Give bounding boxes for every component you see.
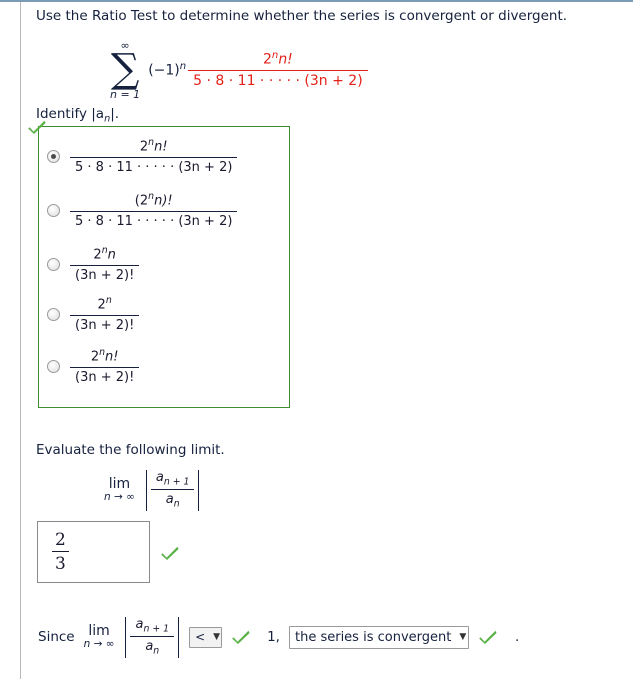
option-row-4[interactable]: 2n (3n + 2)! (47, 295, 140, 334)
limit-operator: lim n → ∞ (104, 477, 135, 503)
option-2-denominator: 5 · 8 · 11 · · · · · (3n + 2) (70, 210, 238, 230)
conclusion-select[interactable]: the series is convergent ▼ (288, 625, 469, 649)
chevron-down-icon: ▼ (213, 632, 221, 643)
trailing-period: . (514, 629, 520, 646)
comparison-correct-check-icon (231, 629, 251, 645)
comparison-operator-value: < (195, 630, 206, 645)
conclusion-limit-word: lim (88, 623, 110, 640)
comparison-operator-select[interactable]: < ▼ (189, 626, 223, 648)
sigma-glyph: ∑ (110, 46, 140, 92)
sign-exponent: n (179, 61, 187, 73)
option-3-numerator: 2nn (93, 245, 116, 263)
series-expression: ∞ ∑ n = 1 (−1)n 2nn! 5 · 8 · 11 · · · · … (110, 40, 368, 100)
option-4-denominator: (3n + 2)! (70, 314, 140, 334)
abs-bar-left (145, 470, 147, 511)
option-2-fraction: (2nn)! 5 · 8 · 11 · · · · · (3n + 2) (70, 191, 238, 230)
option-2-numerator: (2nn)! (134, 191, 173, 209)
ratio-numerator: an + 1 (155, 470, 190, 488)
series-denominator: 5 · 8 · 11 · · · · · (3n + 2) (188, 69, 368, 91)
summation-symbol: ∞ ∑ n = 1 (110, 40, 140, 100)
limit-expression: lim n → ∞ an + 1 an (104, 470, 203, 511)
answer-denominator: 3 (52, 551, 69, 574)
limit-subscript: n → ∞ (104, 491, 135, 504)
conclusion-abs-bar-left (125, 617, 127, 658)
evaluate-limit-label: Evaluate the following limit. (36, 442, 225, 458)
conclusion-ratio-fraction: an + 1 an (130, 617, 175, 658)
conclusion-select-value: the series is convergent (294, 629, 452, 645)
conclusion-correct-check-icon (478, 629, 498, 645)
conclusion-ratio-denominator: an (130, 636, 175, 657)
option-row-5[interactable]: 2nn! (3n + 2)! (47, 347, 140, 386)
series-numerator: 2nn! (263, 49, 293, 68)
answer-options-box: 2nn! 5 · 8 · 11 · · · · · (3n + 2) (2nn)… (28, 120, 290, 408)
option-5-numerator: 2nn! (90, 347, 119, 365)
since-word: Since (38, 629, 75, 646)
conclusion-ratio-numerator: an + 1 (135, 617, 170, 635)
abs-bar-right (198, 470, 200, 511)
limit-word: lim (108, 476, 131, 493)
one-text: 1, (267, 629, 280, 646)
summation-lower-limit: n = 1 (110, 88, 141, 101)
option-1-denominator: 5 · 8 · 11 · · · · · (3n + 2) (70, 156, 238, 176)
conclusion-limit-subscript: n → ∞ (83, 638, 115, 651)
option-row-1[interactable]: 2nn! 5 · 8 · 11 · · · · · (3n + 2) (47, 137, 238, 176)
page-top-divider (0, 0, 633, 2)
radio-option-2[interactable] (47, 203, 60, 217)
option-1-fraction: 2nn! 5 · 8 · 11 · · · · · (3n + 2) (70, 137, 238, 176)
options-correct-check-icon (27, 119, 47, 135)
option-4-numerator: 2n (97, 295, 112, 313)
sign-factor: (−1)n (148, 61, 187, 79)
option-row-2[interactable]: (2nn)! 5 · 8 · 11 · · · · · (3n + 2) (47, 191, 238, 230)
option-5-fraction: 2nn! (3n + 2)! (70, 347, 140, 386)
conclusion-abs-bar-right (178, 617, 180, 658)
answer-fraction: 2 3 (52, 530, 69, 575)
series-fraction: 2nn! 5 · 8 · 11 · · · · · (3n + 2) (188, 50, 368, 91)
conclusion-absolute-value-group: an + 1 an (121, 617, 183, 658)
option-1-numerator: 2nn! (139, 137, 168, 155)
radio-option-1[interactable] (47, 149, 60, 163)
option-5-denominator: (3n + 2)! (70, 366, 140, 386)
chevron-down-icon-2: ▼ (459, 632, 467, 643)
radio-option-3[interactable] (47, 257, 60, 271)
option-row-3[interactable]: 2nn (3n + 2)! (47, 245, 140, 284)
answer-numerator: 2 (55, 530, 66, 550)
option-4-fraction: 2n (3n + 2)! (70, 295, 140, 334)
ratio-denominator: an (150, 489, 195, 510)
identify-label: Identify |an|. (36, 106, 120, 125)
answer-correct-check-icon (160, 545, 180, 561)
limit-answer-input[interactable]: 2 3 (37, 521, 150, 583)
radio-option-4[interactable] (47, 307, 60, 321)
page-left-divider (20, 2, 21, 679)
ratio-fraction: an + 1 an (150, 470, 195, 511)
option-3-fraction: 2nn (3n + 2)! (70, 245, 140, 284)
radio-option-5[interactable] (47, 359, 60, 373)
conclusion-row: Since lim n → ∞ an + 1 an < ▼ 1, the ser… (38, 617, 519, 658)
option-3-denominator: (3n + 2)! (70, 264, 140, 284)
question-prompt: Use the Ratio Test to determine whether … (36, 8, 568, 24)
conclusion-limit-operator: lim n → ∞ (84, 624, 115, 650)
absolute-value-group: an + 1 an (142, 470, 204, 511)
